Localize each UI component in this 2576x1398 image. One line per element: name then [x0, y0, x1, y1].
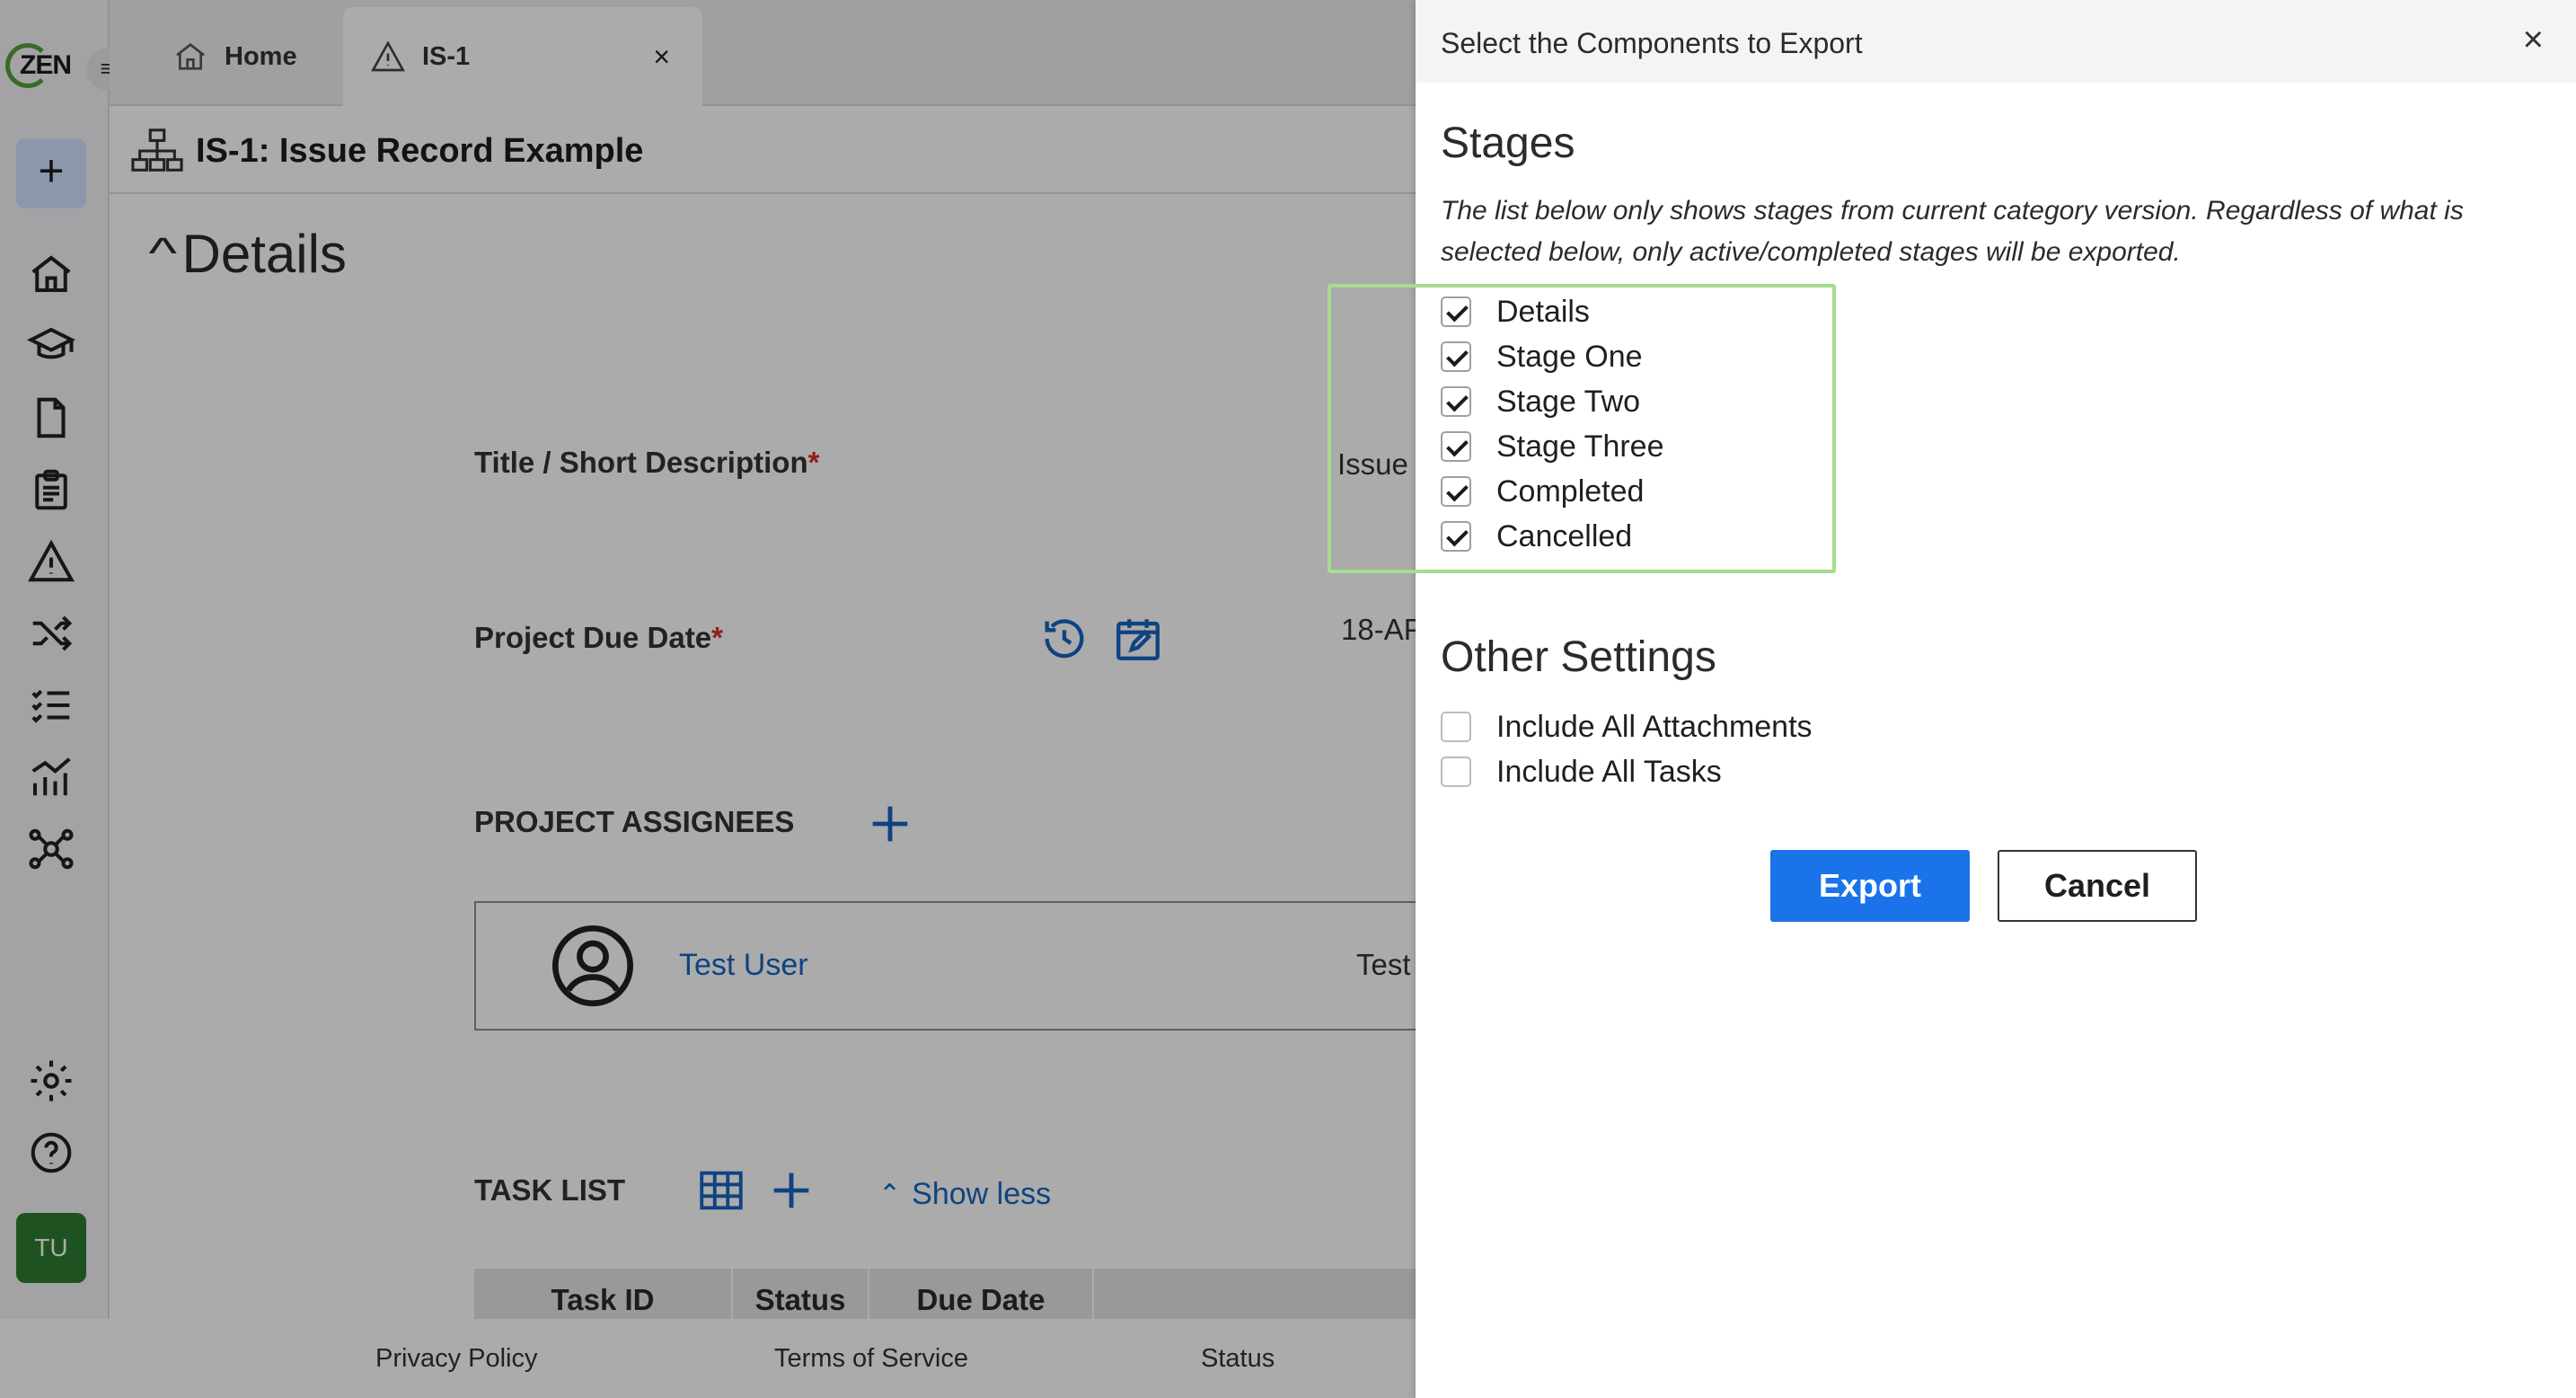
- checkbox-label: Include All Attachments: [1496, 709, 1813, 744]
- checkbox-label: Include All Tasks: [1496, 754, 1722, 789]
- export-dialog-title: Select the Components to Export: [1441, 27, 1863, 59]
- stages-heading: Stages: [1441, 119, 1575, 167]
- export-dialog-header: Select the Components to Export ×: [1416, 0, 2576, 83]
- cancel-button[interactable]: Cancel: [1998, 850, 2197, 922]
- stages-highlight: [1328, 284, 1836, 573]
- include-tasks-checkbox[interactable]: Include All Tasks: [1441, 749, 1722, 794]
- other-settings-heading: Other Settings: [1441, 633, 1716, 681]
- stages-note: The list below only shows stages from cu…: [1441, 196, 2464, 267]
- checkbox[interactable]: [1441, 757, 1471, 787]
- include-attachments-checkbox[interactable]: Include All Attachments: [1441, 704, 1813, 749]
- checkbox[interactable]: [1441, 712, 1471, 742]
- close-icon[interactable]: ×: [2523, 22, 2544, 58]
- export-dialog: Select the Components to Export × Stages…: [1416, 0, 2576, 1398]
- export-button[interactable]: Export: [1770, 850, 1970, 922]
